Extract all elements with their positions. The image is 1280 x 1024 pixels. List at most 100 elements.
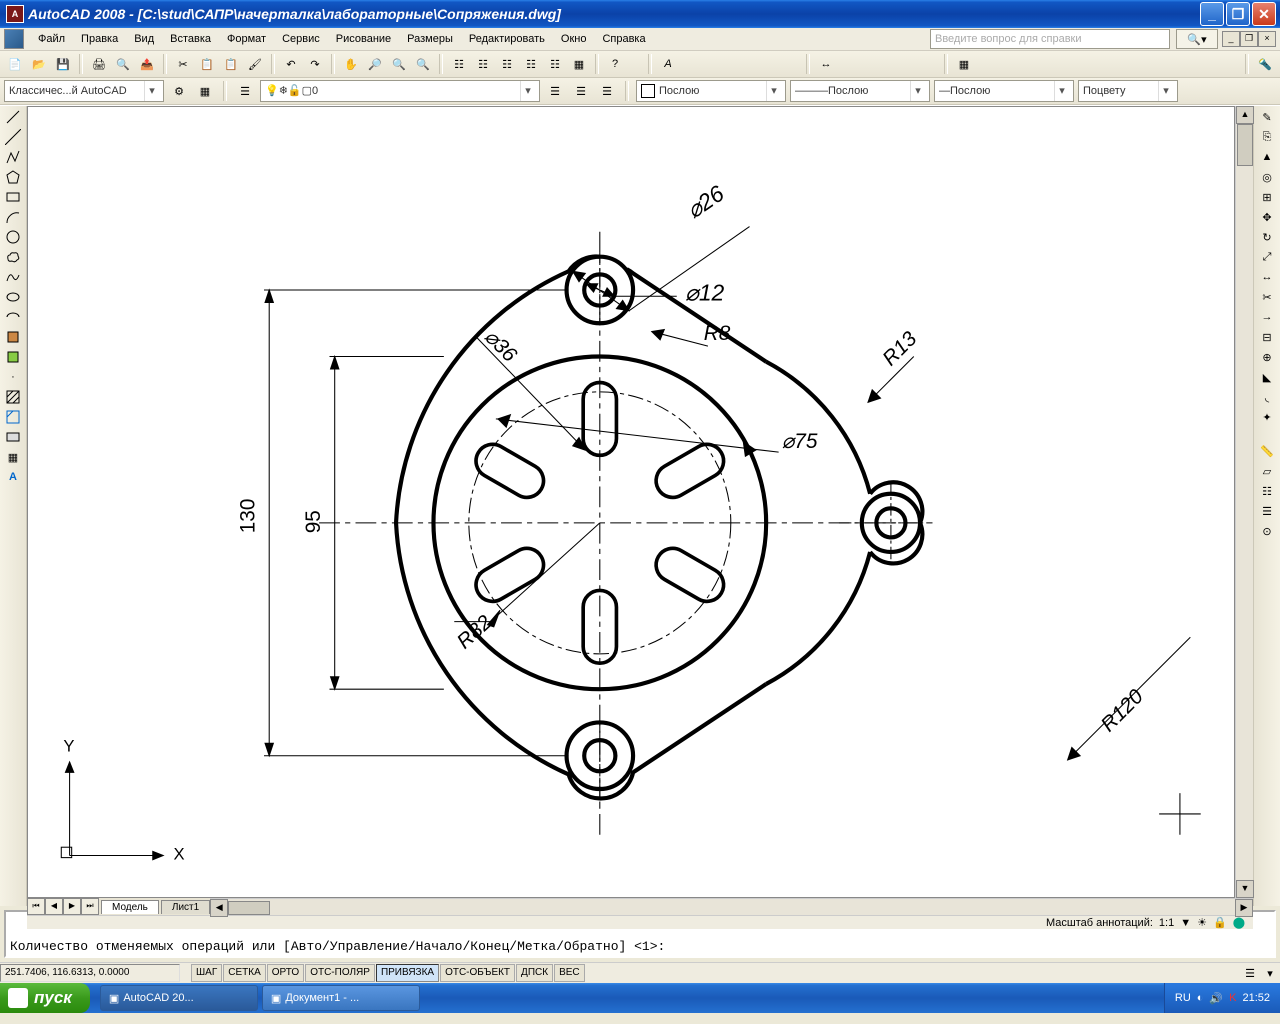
drawing-canvas[interactable]: X Y — [27, 106, 1235, 898]
stretch-tool[interactable]: ↔ — [1257, 268, 1277, 286]
status-привязка[interactable]: ПРИВЯЗКА — [376, 964, 439, 982]
anno-scale-value[interactable]: 1:1 — [1159, 917, 1174, 929]
menu-draw[interactable]: Рисование — [328, 30, 399, 48]
layer-state-button[interactable]: ☰ — [570, 80, 592, 102]
task-autocad[interactable]: ▣AutoCAD 20... — [100, 985, 258, 1011]
tray-icon-2[interactable]: 🔊 — [1209, 992, 1223, 1005]
status-отс-объект[interactable]: ОТС-ОБЪЕКТ — [440, 964, 515, 982]
extend-tool[interactable]: → — [1257, 308, 1277, 326]
xline-tool[interactable] — [3, 128, 23, 146]
horizontal-scrollbar[interactable]: ◀ ▶ — [210, 898, 1253, 915]
workspace-settings-button[interactable]: ⚙ — [168, 80, 190, 102]
table-style-button[interactable]: ▦ — [953, 53, 975, 75]
anno-auto-icon[interactable]: ⬤ — [1233, 916, 1245, 929]
scale-tool[interactable]: ⤢ — [1257, 248, 1277, 266]
start-button[interactable]: ⊞ пуск — [0, 983, 90, 1013]
task-word[interactable]: ▣Документ1 - ... — [262, 985, 420, 1011]
status-tray-icon[interactable]: ☰ — [1240, 964, 1260, 982]
tab-prev-button[interactable]: ◀ — [45, 898, 63, 915]
status-орто[interactable]: ОРТО — [267, 964, 304, 982]
color-combo[interactable]: Послою▾ — [636, 80, 786, 102]
tab-last-button[interactable]: ⏭ — [81, 898, 99, 915]
save-button[interactable]: 💾 — [52, 53, 74, 75]
markup-button[interactable]: ☷ — [544, 53, 566, 75]
revcloud-tool[interactable] — [3, 248, 23, 266]
dim-style-button[interactable]: ↔ — [815, 53, 837, 75]
menu-tools[interactable]: Сервис — [274, 30, 328, 48]
menu-modify[interactable]: Редактировать — [461, 30, 553, 48]
maximize-button[interactable]: ❐ — [1226, 2, 1250, 26]
area-tool[interactable]: ▱ — [1257, 462, 1277, 480]
lineweight-combo[interactable]: — Послою▾ — [934, 80, 1074, 102]
workspace-lock-button[interactable]: ▦ — [194, 80, 216, 102]
mdi-close-button[interactable]: × — [1258, 31, 1276, 47]
calc-button[interactable]: ▦ — [568, 53, 590, 75]
mdi-restore-button[interactable]: ❐ — [1240, 31, 1258, 47]
status-дпск[interactable]: ДПСК — [516, 964, 553, 982]
new-button[interactable]: 📄 — [4, 53, 26, 75]
layer-iso-button[interactable]: ☰ — [596, 80, 618, 102]
region-props-tool[interactable]: ☷ — [1257, 482, 1277, 500]
explode-tool[interactable]: ✦ — [1257, 408, 1277, 426]
ellipse-tool[interactable] — [3, 288, 23, 306]
plotcolor-combo[interactable]: Поцвету▾ — [1078, 80, 1178, 102]
minimize-button[interactable]: _ — [1200, 2, 1224, 26]
menu-file[interactable]: Файл — [30, 30, 73, 48]
dist-tool[interactable]: 📏 — [1257, 442, 1277, 460]
pan-button[interactable]: ✋ — [340, 53, 362, 75]
rectangle-tool[interactable] — [3, 188, 23, 206]
list-tool[interactable]: ☰ — [1257, 502, 1277, 520]
trim-tool[interactable]: ✂ — [1257, 288, 1277, 306]
polygon-tool[interactable] — [3, 168, 23, 186]
region-tool[interactable] — [3, 428, 23, 446]
tab-next-button[interactable]: ▶ — [63, 898, 81, 915]
tray-icon-3[interactable]: K — [1229, 992, 1236, 1004]
mtext-tool[interactable]: A — [3, 468, 23, 486]
menu-view[interactable]: Вид — [126, 30, 162, 48]
publish-button[interactable]: 📤 — [136, 53, 158, 75]
copy-tool[interactable]: ⎘ — [1257, 128, 1277, 146]
menu-help[interactable]: Справка — [594, 30, 653, 48]
menu-window[interactable]: Окно — [553, 30, 595, 48]
move-tool[interactable]: ✥ — [1257, 208, 1277, 226]
zoom-prev-button[interactable]: 🔍 — [412, 53, 434, 75]
line-tool[interactable] — [3, 108, 23, 126]
table-tool[interactable]: ▦ — [3, 448, 23, 466]
tool-palettes-button[interactable]: ☷ — [496, 53, 518, 75]
join-tool[interactable]: ⊕ — [1257, 348, 1277, 366]
gradient-tool[interactable] — [3, 408, 23, 426]
close-button[interactable]: ✕ — [1252, 2, 1276, 26]
status-шаг[interactable]: ШАГ — [191, 964, 222, 982]
preview-button[interactable]: 🔍 — [112, 53, 134, 75]
tab-first-button[interactable]: ⏮ — [27, 898, 45, 915]
break-tool[interactable]: ⊟ — [1257, 328, 1277, 346]
text-style-button[interactable]: A — [657, 53, 679, 75]
spline-tool[interactable] — [3, 268, 23, 286]
erase-tool[interactable]: ✎ — [1257, 108, 1277, 126]
properties-button[interactable]: ☷ — [448, 53, 470, 75]
status-вес[interactable]: ВЕС — [554, 964, 585, 982]
arc-tool[interactable] — [3, 208, 23, 226]
status-clean-icon[interactable]: ▾ — [1260, 964, 1280, 982]
cut-button[interactable]: ✂ — [172, 53, 194, 75]
status-сетка[interactable]: СЕТКА — [223, 964, 266, 982]
circle-tool[interactable] — [3, 228, 23, 246]
tab-model[interactable]: Модель — [101, 900, 159, 914]
help-search-button[interactable]: 🔍▾ — [1176, 29, 1218, 49]
sheet-set-button[interactable]: ☷ — [520, 53, 542, 75]
zoom-window-button[interactable]: 🔍 — [388, 53, 410, 75]
match-button[interactable]: 🖌 — [244, 53, 266, 75]
layer-prev-button[interactable]: ☰ — [544, 80, 566, 102]
point-tool[interactable]: · — [3, 368, 23, 386]
fillet-tool[interactable]: ◟ — [1257, 388, 1277, 406]
anno-vis-icon[interactable]: ☀ — [1197, 916, 1207, 929]
app-logo-icon[interactable] — [4, 29, 24, 49]
chamfer-tool[interactable]: ◣ — [1257, 368, 1277, 386]
tab-sheet1[interactable]: Лист1 — [161, 900, 210, 914]
redo-button[interactable]: ↷ — [304, 53, 326, 75]
menu-dimension[interactable]: Размеры — [399, 30, 461, 48]
layer-combo[interactable]: 💡❄🔓▢ 0▾ — [260, 80, 540, 102]
zoom-button[interactable]: 🔎 — [364, 53, 386, 75]
tray-icon-1[interactable]: ◐ — [1197, 992, 1204, 1004]
hatch-tool[interactable] — [3, 388, 23, 406]
